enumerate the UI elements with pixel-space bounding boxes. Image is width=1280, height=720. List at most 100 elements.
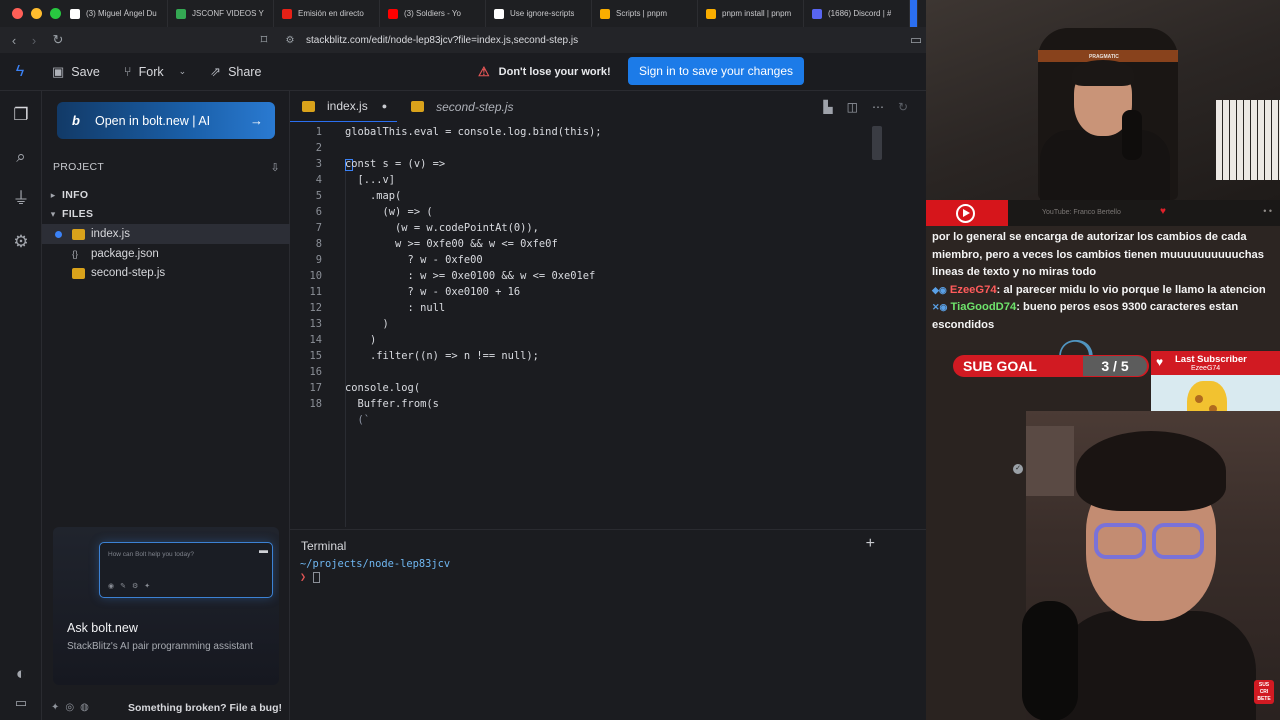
code-line: : w >= 0xe0100 && w <= 0xe01ef [345, 270, 596, 282]
plug-icon[interactable]: ⏚ [9, 187, 33, 211]
terminal-prompt: ❯ [300, 572, 307, 583]
chevron-down-icon[interactable]: ⌄ [179, 66, 187, 77]
fork-button[interactable]: ⑂ Fork ⌄ [112, 53, 198, 91]
sidebar-toggle-icon[interactable]: ▭ [906, 32, 926, 48]
bookmark-icon[interactable]: ⌑ [254, 32, 274, 48]
modified-dot-icon[interactable]: ● [382, 101, 387, 111]
chat-message: por lo general se encarga de autorizar l… [932, 231, 1264, 278]
add-terminal-icon[interactable]: + [866, 535, 875, 553]
chat-user: EzeeG74 [949, 283, 997, 296]
unsaved-warning: ⚠ Don't lose your work! [478, 53, 611, 91]
tree-files[interactable]: ▾ FILES [42, 204, 290, 224]
tab-second-step-js[interactable]: second-step.js [401, 91, 523, 122]
code-line: (` [345, 414, 371, 426]
split-view-icon[interactable]: ◫ [847, 100, 858, 114]
file-item-package-json[interactable]: {} package.json [42, 244, 290, 264]
line-number: 13 [309, 318, 322, 330]
line-number: 1 [315, 126, 322, 138]
play-icon [956, 204, 975, 223]
badge-icons: ◆◉ [932, 284, 947, 295]
browser-tab[interactable]: Emisión en directo [274, 0, 380, 27]
file-name: package.json [91, 248, 159, 260]
glasses-right [1152, 523, 1204, 559]
reload-icon[interactable]: ↻ [48, 32, 68, 48]
js-file-icon [411, 101, 425, 112]
browser-tab[interactable]: (3) Miguel Ángel Du [62, 0, 168, 27]
sub-goal-value: 3 / 5 [1083, 356, 1147, 376]
browser-tab[interactable]: Use ignore-scripts [486, 0, 592, 27]
webcam-bottom-left [926, 411, 1026, 720]
line-number: 5 [315, 190, 322, 202]
code-line: ) [345, 318, 389, 330]
browser-tab[interactable]: (1686) Discord | # [804, 0, 910, 27]
chevron-right-icon: ▸ [50, 189, 56, 200]
open-in-bolt-button[interactable]: b Open in bolt.new | AI → [57, 102, 275, 139]
url-bar: ‹ › ↻ ⌑ ⚙ stackblitz.com/edit/node-lep83… [0, 27, 926, 53]
presenter-body [1056, 611, 1256, 720]
indent-guide [345, 167, 346, 527]
project-label: PROJECT [53, 161, 105, 173]
browser-tab-label: pnpm install | pnpm [722, 9, 792, 18]
refresh-icon[interactable]: ↻ [898, 100, 908, 114]
panel-layout-icon[interactable]: ▭ [9, 691, 33, 715]
terminal-panel[interactable]: Terminal + ~/projects/node-lep83jcv ❯ [290, 529, 926, 720]
theme-toggle-icon[interactable]: ◐ [9, 662, 33, 686]
save-button[interactable]: ▣ Save [40, 53, 112, 91]
social-icons[interactable]: ✦◎◍ [42, 702, 95, 713]
browser-tab-label: (3) Soldiers - Yo [404, 9, 461, 18]
signin-button[interactable]: Sign in to save your changes [628, 57, 804, 85]
download-icon[interactable]: ⇩ [270, 161, 280, 174]
chat-text: : al parecer midu lo vio porque le llamo… [996, 283, 1266, 296]
url-text[interactable]: stackblitz.com/edit/node-lep83jcv?file=i… [306, 35, 578, 46]
code-line: w >= 0xfe00 && w <= 0xfe0f [345, 238, 558, 250]
browser-tab-label: Scripts | pnpm [616, 9, 667, 18]
streamer-hair [1072, 60, 1134, 86]
last-sub-title: Last Subscriber [1175, 354, 1247, 365]
browser-tab[interactable]: JSCONF VIDEOS Y [168, 0, 274, 27]
tab-index-js[interactable]: index.js ● [290, 91, 398, 122]
search-icon[interactable]: ⌕ [9, 145, 33, 169]
active-file-dot-icon [55, 230, 62, 238]
file-bug-link[interactable]: Something broken? File a bug! [128, 702, 282, 714]
editor-toolbar: ▙ ◫ ⋯ ↻ [823, 91, 908, 122]
browser-tab[interactable]: (3) Soldiers - Yo [380, 0, 486, 27]
stream-overlay: PRAGMATIC YouTube: Franco Bertello ♥ • •… [926, 0, 1280, 720]
file-item-index-js[interactable]: index.js [42, 224, 290, 244]
sidebar-footer: ✦◎◍ Something broken? File a bug! [42, 695, 290, 720]
code-line: ? w - 0xe0100 + 16 [345, 286, 521, 298]
ask-bolt-card[interactable]: How can Bolt help you today? ◉✎⚙✦ ▬ Ask … [53, 527, 279, 685]
more-icon[interactable]: ⋯ [872, 100, 884, 114]
zoom-window-button[interactable] [50, 8, 61, 19]
arrow-right-icon: → [250, 113, 263, 128]
json-file-icon: {} [72, 248, 79, 259]
site-info-icon[interactable]: ⚙ [280, 35, 300, 46]
settings-gear-icon[interactable]: ⚙ [9, 230, 33, 254]
browser-tab[interactable]: Scripts | pnpm [592, 0, 698, 27]
x-icon [70, 8, 80, 19]
subscribe-badge: SUS CRI BETE [1254, 680, 1274, 704]
microphone [1022, 601, 1078, 720]
tree-info[interactable]: ▸ INFO [42, 185, 290, 205]
files-icon[interactable]: ❐ [9, 103, 33, 127]
chat-box: por lo general se encarga de autorizar l… [926, 226, 1280, 350]
line-number: 16 [309, 366, 322, 378]
close-window-button[interactable] [12, 8, 23, 19]
share-button[interactable]: ⇗ Share [198, 53, 273, 91]
line-number: 7 [315, 222, 322, 234]
code-editor[interactable]: 1 globalThis.eval = console.log.bind(this… [290, 122, 926, 529]
file-item-second-step-js[interactable]: second-step.js [42, 263, 290, 283]
code-line: ? w - 0xfe00 [345, 254, 483, 266]
stackblitz-logo-icon[interactable]: ϟ [0, 63, 40, 81]
browser-tab[interactable]: pnpm install | pnpm [698, 0, 804, 27]
microphone [1122, 110, 1142, 160]
line-number: 2 [315, 142, 322, 154]
minus-icon: ▬ [259, 545, 268, 555]
forward-icon[interactable]: › [24, 33, 44, 48]
back-icon[interactable]: ‹ [4, 33, 24, 48]
editor-scrollbar[interactable] [872, 126, 882, 160]
browser-tab-label: JSCONF VIDEOS Y [192, 9, 264, 18]
preview-icon[interactable]: ▙ [823, 100, 832, 114]
browser-tab-active[interactable] [910, 0, 918, 27]
minimize-window-button[interactable] [31, 8, 42, 19]
chevron-down-icon: ▾ [50, 208, 56, 219]
